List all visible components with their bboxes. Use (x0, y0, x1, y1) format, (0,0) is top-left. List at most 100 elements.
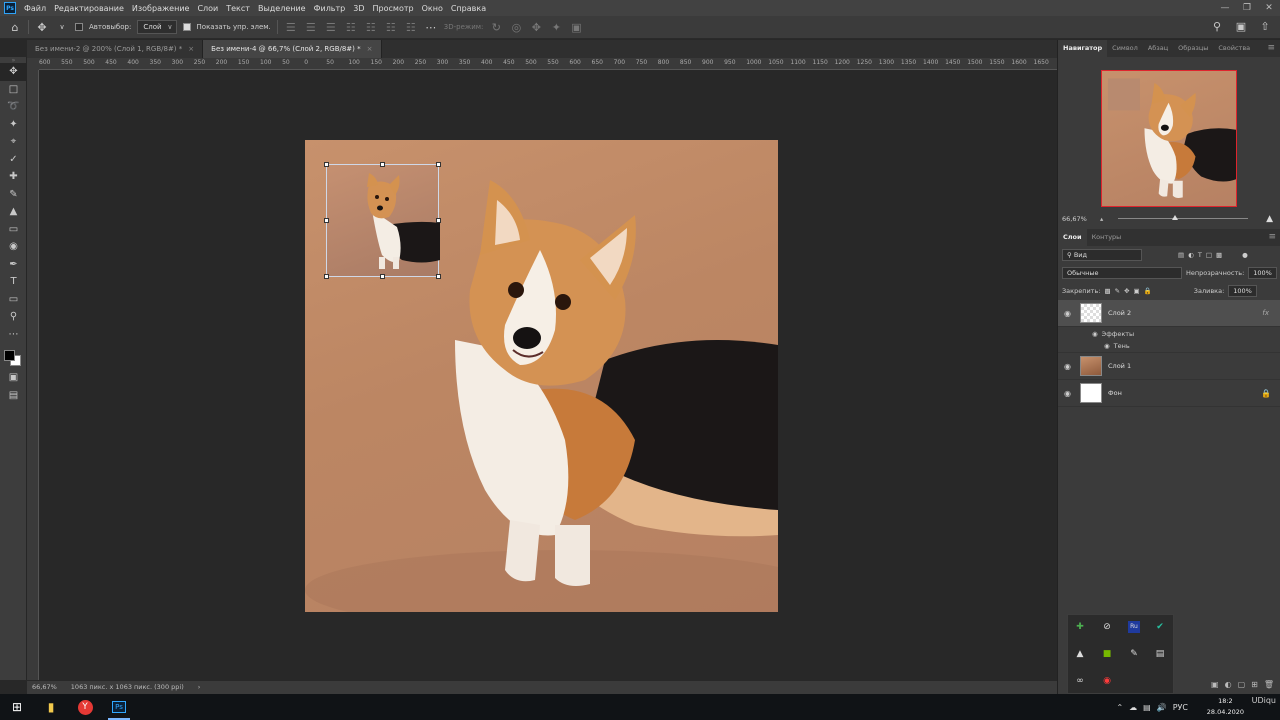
tray-ru-icon[interactable]: Ru (1128, 621, 1140, 633)
minimize-icon[interactable]: — (1214, 0, 1236, 16)
eyedropper-tool-icon[interactable]: ✓ (0, 151, 27, 169)
delete-layer-icon[interactable]: 🗑 (1264, 680, 1274, 692)
lock-transparency-icon[interactable]: ▩ (1104, 287, 1110, 295)
close-icon[interactable]: × (367, 45, 373, 53)
tab-character[interactable]: Символ (1107, 40, 1143, 57)
layer-row-layer-1[interactable]: ◉ Слой 1 (1058, 353, 1280, 380)
clone-stamp-tool-icon[interactable]: ▲ (0, 203, 27, 221)
filter-shape-icon[interactable]: □ (1206, 251, 1212, 259)
adjustment-layer-icon[interactable]: ◐ (1225, 680, 1232, 692)
foreground-color-swatch[interactable] (4, 350, 15, 361)
lock-position-icon[interactable]: ✥ (1124, 287, 1129, 295)
status-menu-arrow[interactable]: › (198, 681, 201, 694)
menu-layers[interactable]: Слои (193, 4, 222, 13)
tab-layers[interactable]: Слои (1058, 229, 1087, 246)
opacity-input[interactable]: 100% (1248, 267, 1277, 279)
orbit-3d-icon[interactable]: ↻ (489, 21, 503, 34)
transform-handle[interactable] (324, 274, 329, 279)
eye-icon[interactable]: ◉ (1064, 309, 1076, 318)
layer-name[interactable]: Фон (1108, 389, 1122, 397)
navigator-zoom-knob[interactable] (1172, 215, 1178, 220)
zoom-out-icon[interactable]: ▴ (1100, 215, 1103, 223)
align-middle-icon[interactable]: ☷ (364, 21, 378, 34)
usb-icon[interactable]: ▲ (1074, 648, 1086, 660)
share-icon[interactable]: ⇧ (1258, 20, 1272, 33)
menu-edit[interactable]: Редактирование (50, 4, 128, 13)
color-swatches[interactable] (0, 343, 27, 369)
add-mask-icon[interactable]: ▣ (1211, 680, 1219, 692)
close-icon[interactable]: ✕ (1258, 0, 1280, 16)
search-icon[interactable]: ⚲ (1210, 20, 1224, 33)
network-icon[interactable]: ▤ (1143, 703, 1151, 712)
file-explorer-icon[interactable]: ▮ (34, 694, 68, 720)
magic-wand-tool-icon[interactable]: ✦ (0, 116, 27, 134)
transform-handle[interactable] (380, 274, 385, 279)
home-icon[interactable]: ⌂ (8, 21, 22, 34)
network-off-icon[interactable]: ⊘ (1101, 621, 1113, 633)
document-canvas[interactable] (305, 140, 778, 612)
roll-3d-icon[interactable]: ◎ (509, 21, 523, 34)
layer-name[interactable]: Слой 2 (1108, 309, 1131, 317)
tab-navigator[interactable]: Навигатор (1058, 40, 1108, 57)
layer-row-layer-2[interactable]: ◉ Слой 2 fx (1058, 300, 1280, 327)
layer-2-transform-box[interactable] (324, 162, 441, 279)
menu-type[interactable]: Текст (222, 4, 254, 13)
blend-mode-dropdown[interactable]: Обычные (1062, 267, 1182, 279)
menu-select[interactable]: Выделение (254, 4, 310, 13)
navigator-zoom-value[interactable]: 66,67% (1062, 215, 1087, 223)
menu-window[interactable]: Окно (418, 4, 447, 13)
tab-paths[interactable]: Контуры (1087, 229, 1127, 246)
yandex-disk-icon[interactable]: ☁ (1129, 703, 1137, 712)
more-options-icon[interactable]: ⋯ (424, 21, 438, 34)
shield-icon[interactable]: ✔ (1154, 621, 1166, 633)
eye-icon[interactable]: ◉ (1092, 330, 1098, 338)
menu-view[interactable]: Просмотр (369, 4, 418, 13)
transform-handle[interactable] (436, 162, 441, 167)
brush-tool-icon[interactable]: ✎ (0, 186, 27, 204)
zoom-tool-icon[interactable]: ⚲ (0, 308, 27, 326)
crop-tool-icon[interactable]: ⌖ (0, 133, 27, 151)
menu-3d[interactable]: 3D (349, 4, 368, 13)
fx-icon[interactable]: fx (1262, 309, 1269, 317)
chevron-up-icon[interactable]: ⌃ (1116, 703, 1123, 712)
align-right-icon[interactable]: ☰ (324, 21, 338, 34)
align-left-icon[interactable]: ☰ (284, 21, 298, 34)
screen-mode-icon[interactable]: ▤ (0, 387, 27, 405)
filter-smart-object-icon[interactable]: ▩ (1216, 251, 1222, 259)
zoom-in-icon[interactable]: ▲ (1266, 214, 1273, 224)
lock-artboard-icon[interactable]: ▣ (1134, 287, 1140, 295)
volume-icon[interactable]: 🔊 (1157, 703, 1167, 712)
filter-toggle-icon[interactable]: ● (1242, 251, 1248, 259)
healing-brush-tool-icon[interactable]: ✚ (0, 168, 27, 186)
autoselect-dropdown[interactable]: Слой (137, 20, 177, 34)
pen-tablet-icon[interactable]: ✎ (1128, 648, 1140, 660)
transform-handle[interactable] (380, 162, 385, 167)
clock[interactable]: 18:2 28.04.2020 (1207, 696, 1244, 718)
new-layer-icon[interactable]: ⊞ (1251, 680, 1258, 692)
more-tools-icon[interactable]: ⋯ (0, 326, 27, 344)
lock-all-icon[interactable]: 🔒 (1144, 287, 1152, 295)
show-transform-controls-checkbox[interactable] (182, 23, 191, 31)
align-center-icon[interactable]: ☰ (304, 21, 318, 34)
move-tool-icon[interactable]: ✥ (0, 63, 27, 81)
eraser-tool-icon[interactable]: ▭ (0, 221, 27, 239)
camera-3d-icon[interactable]: ▣ (569, 21, 583, 34)
photoshop-taskbar-icon[interactable]: Ps (102, 694, 136, 720)
menu-filter[interactable]: Фильтр (310, 4, 350, 13)
tab-document-2[interactable]: Без имени-2 @ 200% (Слой 1, RGB/8#) * × (27, 40, 204, 58)
fill-input[interactable]: 100% (1228, 285, 1257, 297)
tray-app-icon[interactable]: ✚ (1074, 621, 1086, 633)
lock-pixels-icon[interactable]: ✎ (1115, 287, 1120, 295)
menu-file[interactable]: Файл (20, 4, 50, 13)
link-icon[interactable]: ∞ (1074, 675, 1086, 687)
move-tool-icon[interactable]: ✥ (35, 21, 49, 34)
layer-row-background[interactable]: ◉ Фон 🔒 (1058, 380, 1280, 407)
tab-swatches[interactable]: Образцы (1173, 40, 1213, 57)
drag-3d-icon[interactable]: ✥ (529, 21, 543, 34)
layer-filter-dropdown[interactable]: ⚲ Вид (1062, 249, 1142, 261)
eye-icon[interactable]: ◉ (1064, 389, 1076, 398)
windows-start-icon[interactable]: ⊞ (0, 694, 34, 720)
filter-pixel-icon[interactable]: ▤ (1178, 251, 1184, 259)
nvidia-icon[interactable]: ■ (1101, 648, 1113, 660)
menu-image[interactable]: Изображение (128, 4, 194, 13)
